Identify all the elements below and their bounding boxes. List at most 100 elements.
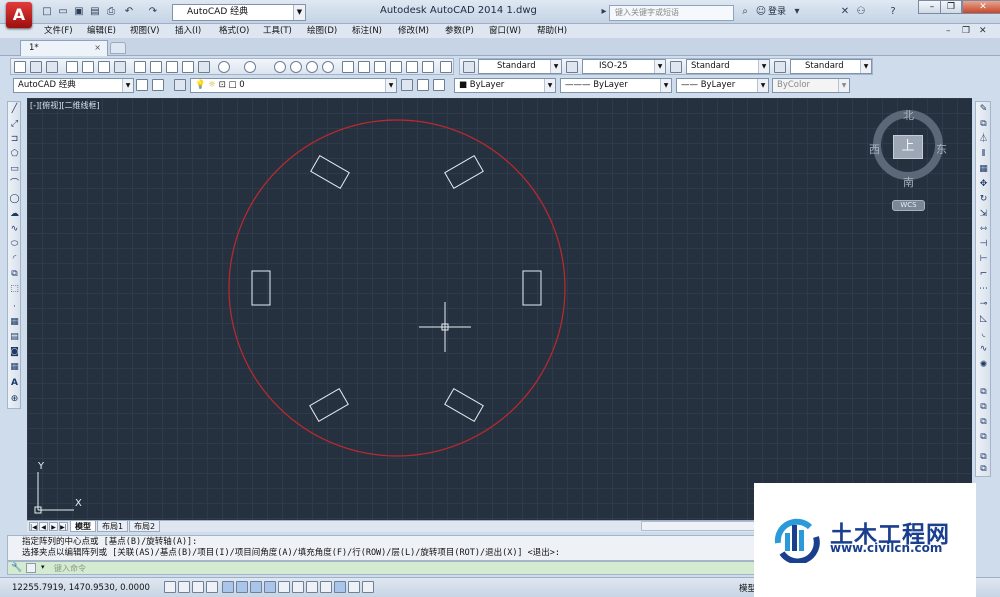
polygon-icon[interactable]: ⬠ bbox=[9, 149, 20, 160]
revision-cloud-icon[interactable]: ☁ bbox=[9, 209, 20, 220]
array-icon[interactable]: ▦ bbox=[978, 164, 989, 175]
zoom-realtime-icon[interactable] bbox=[290, 61, 302, 73]
next-layout-icon[interactable]: ▶ bbox=[49, 522, 58, 531]
tool-palettes-icon[interactable] bbox=[374, 61, 386, 73]
pan-icon[interactable] bbox=[274, 61, 286, 73]
block-editor-icon[interactable] bbox=[198, 61, 210, 73]
ortho-mode-icon[interactable] bbox=[206, 581, 218, 593]
make-current-layer-icon[interactable] bbox=[401, 79, 413, 91]
workspace-switcher[interactable]: AutoCAD 经典 ▼ bbox=[172, 4, 306, 21]
chamfer-icon[interactable]: ◺ bbox=[978, 314, 989, 325]
menu-edit[interactable]: 编辑(E) bbox=[87, 24, 116, 38]
layer-state-icon[interactable] bbox=[433, 79, 445, 91]
doc-minimize-icon[interactable]: – bbox=[946, 25, 951, 37]
hatch-icon[interactable]: ▦ bbox=[9, 317, 20, 328]
close-button[interactable]: ✕ bbox=[962, 0, 1000, 14]
restore-button[interactable]: ❐ bbox=[940, 0, 962, 14]
close-icon[interactable]: × bbox=[94, 41, 101, 55]
workspace-settings-icon[interactable] bbox=[136, 79, 148, 91]
dim-style-icon[interactable] bbox=[566, 61, 578, 73]
undo-icon[interactable] bbox=[218, 61, 230, 73]
draworder-back-icon[interactable]: ⧉ bbox=[978, 402, 989, 413]
properties-icon[interactable] bbox=[342, 61, 354, 73]
new-tab-button[interactable] bbox=[110, 42, 126, 54]
make-block-icon[interactable]: ⬚ bbox=[9, 284, 20, 295]
menu-file[interactable]: 文件(F) bbox=[44, 24, 73, 38]
open-icon[interactable] bbox=[30, 61, 42, 73]
doc-close-icon[interactable]: ✕ bbox=[979, 25, 987, 37]
arc-icon[interactable]: ⌒ bbox=[9, 179, 20, 190]
menu-modify[interactable]: 修改(M) bbox=[398, 24, 429, 38]
sign-in-link[interactable]: 登录 bbox=[768, 5, 786, 19]
ellipse-arc-icon[interactable]: ◜ bbox=[9, 254, 20, 265]
annotation-monitor-icon[interactable] bbox=[362, 581, 374, 593]
search-icon[interactable]: ⌕ bbox=[738, 5, 752, 18]
table-style-icon[interactable] bbox=[670, 61, 682, 73]
previous-layout-icon[interactable]: ◀ bbox=[39, 522, 48, 531]
a360-icon[interactable]: ⚇ bbox=[854, 5, 868, 18]
text-front-icon[interactable]: ⧉ bbox=[978, 452, 989, 463]
menu-insert[interactable]: 插入(I) bbox=[175, 24, 201, 38]
menu-help[interactable]: 帮助(H) bbox=[537, 24, 567, 38]
dynamic-ucs-icon[interactable] bbox=[278, 581, 290, 593]
transparency-icon[interactable] bbox=[320, 581, 332, 593]
zoom-window-icon[interactable] bbox=[306, 61, 318, 73]
chevron-down-icon[interactable]: ▾ bbox=[790, 5, 804, 18]
line-icon[interactable]: ╱ bbox=[9, 104, 20, 115]
table-style-select[interactable]: Standard ▼ bbox=[686, 59, 770, 74]
lineweight-select[interactable]: —— ByLayer ▼ bbox=[676, 78, 769, 93]
tab-layout1[interactable]: 布局1 bbox=[97, 521, 129, 532]
customize-icon[interactable] bbox=[152, 79, 164, 91]
cut-icon[interactable] bbox=[134, 61, 146, 73]
paste-icon[interactable] bbox=[166, 61, 178, 73]
save-icon[interactable] bbox=[46, 61, 58, 73]
menu-format[interactable]: 格式(O) bbox=[219, 24, 249, 38]
design-center-icon[interactable] bbox=[358, 61, 370, 73]
menu-draw[interactable]: 绘图(D) bbox=[307, 24, 337, 38]
gradient-icon[interactable]: ▤ bbox=[9, 332, 20, 343]
save-icon[interactable]: ▣ bbox=[72, 5, 86, 18]
plot-preview-icon[interactable] bbox=[82, 61, 94, 73]
open-file-icon[interactable]: ▭ bbox=[56, 5, 70, 18]
plot-icon[interactable] bbox=[66, 61, 78, 73]
break-at-point-icon[interactable]: ⌐ bbox=[978, 269, 989, 280]
rectangle-icon[interactable]: ▭ bbox=[9, 164, 20, 175]
menu-view[interactable]: 视图(V) bbox=[130, 24, 159, 38]
spline-icon[interactable]: ∿ bbox=[9, 224, 20, 235]
3d-dwf-icon[interactable] bbox=[114, 61, 126, 73]
command-input[interactable]: 键入命令 bbox=[54, 563, 86, 574]
qnew-icon[interactable] bbox=[14, 61, 26, 73]
undo-icon[interactable]: ↶ bbox=[122, 5, 136, 18]
menu-dimension[interactable]: 标注(N) bbox=[352, 24, 382, 38]
zoom-previous-icon[interactable] bbox=[322, 61, 334, 73]
compass-north[interactable]: 北 bbox=[903, 107, 914, 123]
draworder-above-icon[interactable]: ⧉ bbox=[978, 417, 989, 428]
polyline-icon[interactable]: ⊐ bbox=[9, 134, 20, 145]
selection-cycling-icon[interactable] bbox=[348, 581, 360, 593]
compass-south[interactable]: 南 bbox=[903, 174, 914, 190]
user-icon[interactable]: ☺ bbox=[754, 5, 768, 18]
object-snap-icon[interactable] bbox=[236, 581, 248, 593]
infer-constraints-icon[interactable] bbox=[164, 581, 176, 593]
point-icon[interactable]: · bbox=[9, 302, 20, 313]
file-tab-1[interactable]: 1* × bbox=[20, 40, 108, 56]
move-icon[interactable]: ✥ bbox=[978, 179, 989, 190]
ellipse-icon[interactable]: ⬭ bbox=[9, 239, 20, 250]
extend-icon[interactable]: ⊢ bbox=[978, 254, 989, 265]
stretch-icon[interactable]: ⇿ bbox=[978, 224, 989, 235]
draworder-under-icon[interactable]: ⧉ bbox=[978, 432, 989, 443]
color-select[interactable]: ■ ByLayer ▼ bbox=[454, 78, 556, 93]
help-search-input[interactable]: 键入关键字或短语 bbox=[609, 5, 734, 21]
quickcalc-icon[interactable] bbox=[422, 61, 434, 73]
menu-tools[interactable]: 工具(T) bbox=[263, 24, 292, 38]
menu-window[interactable]: 窗口(W) bbox=[489, 24, 521, 38]
multileader-style-icon[interactable] bbox=[774, 61, 786, 73]
menu-parametric[interactable]: 参数(P) bbox=[445, 24, 474, 38]
plot-icon[interactable]: ⎙ bbox=[104, 5, 118, 18]
help-icon[interactable] bbox=[440, 61, 452, 73]
lineweight-icon[interactable] bbox=[306, 581, 318, 593]
table-icon[interactable]: ▦ bbox=[9, 362, 20, 373]
offset-icon[interactable]: ⫴ bbox=[978, 149, 989, 160]
redo-icon[interactable]: ↷ bbox=[146, 5, 160, 18]
add-selected-icon[interactable]: ⊕ bbox=[9, 394, 20, 405]
